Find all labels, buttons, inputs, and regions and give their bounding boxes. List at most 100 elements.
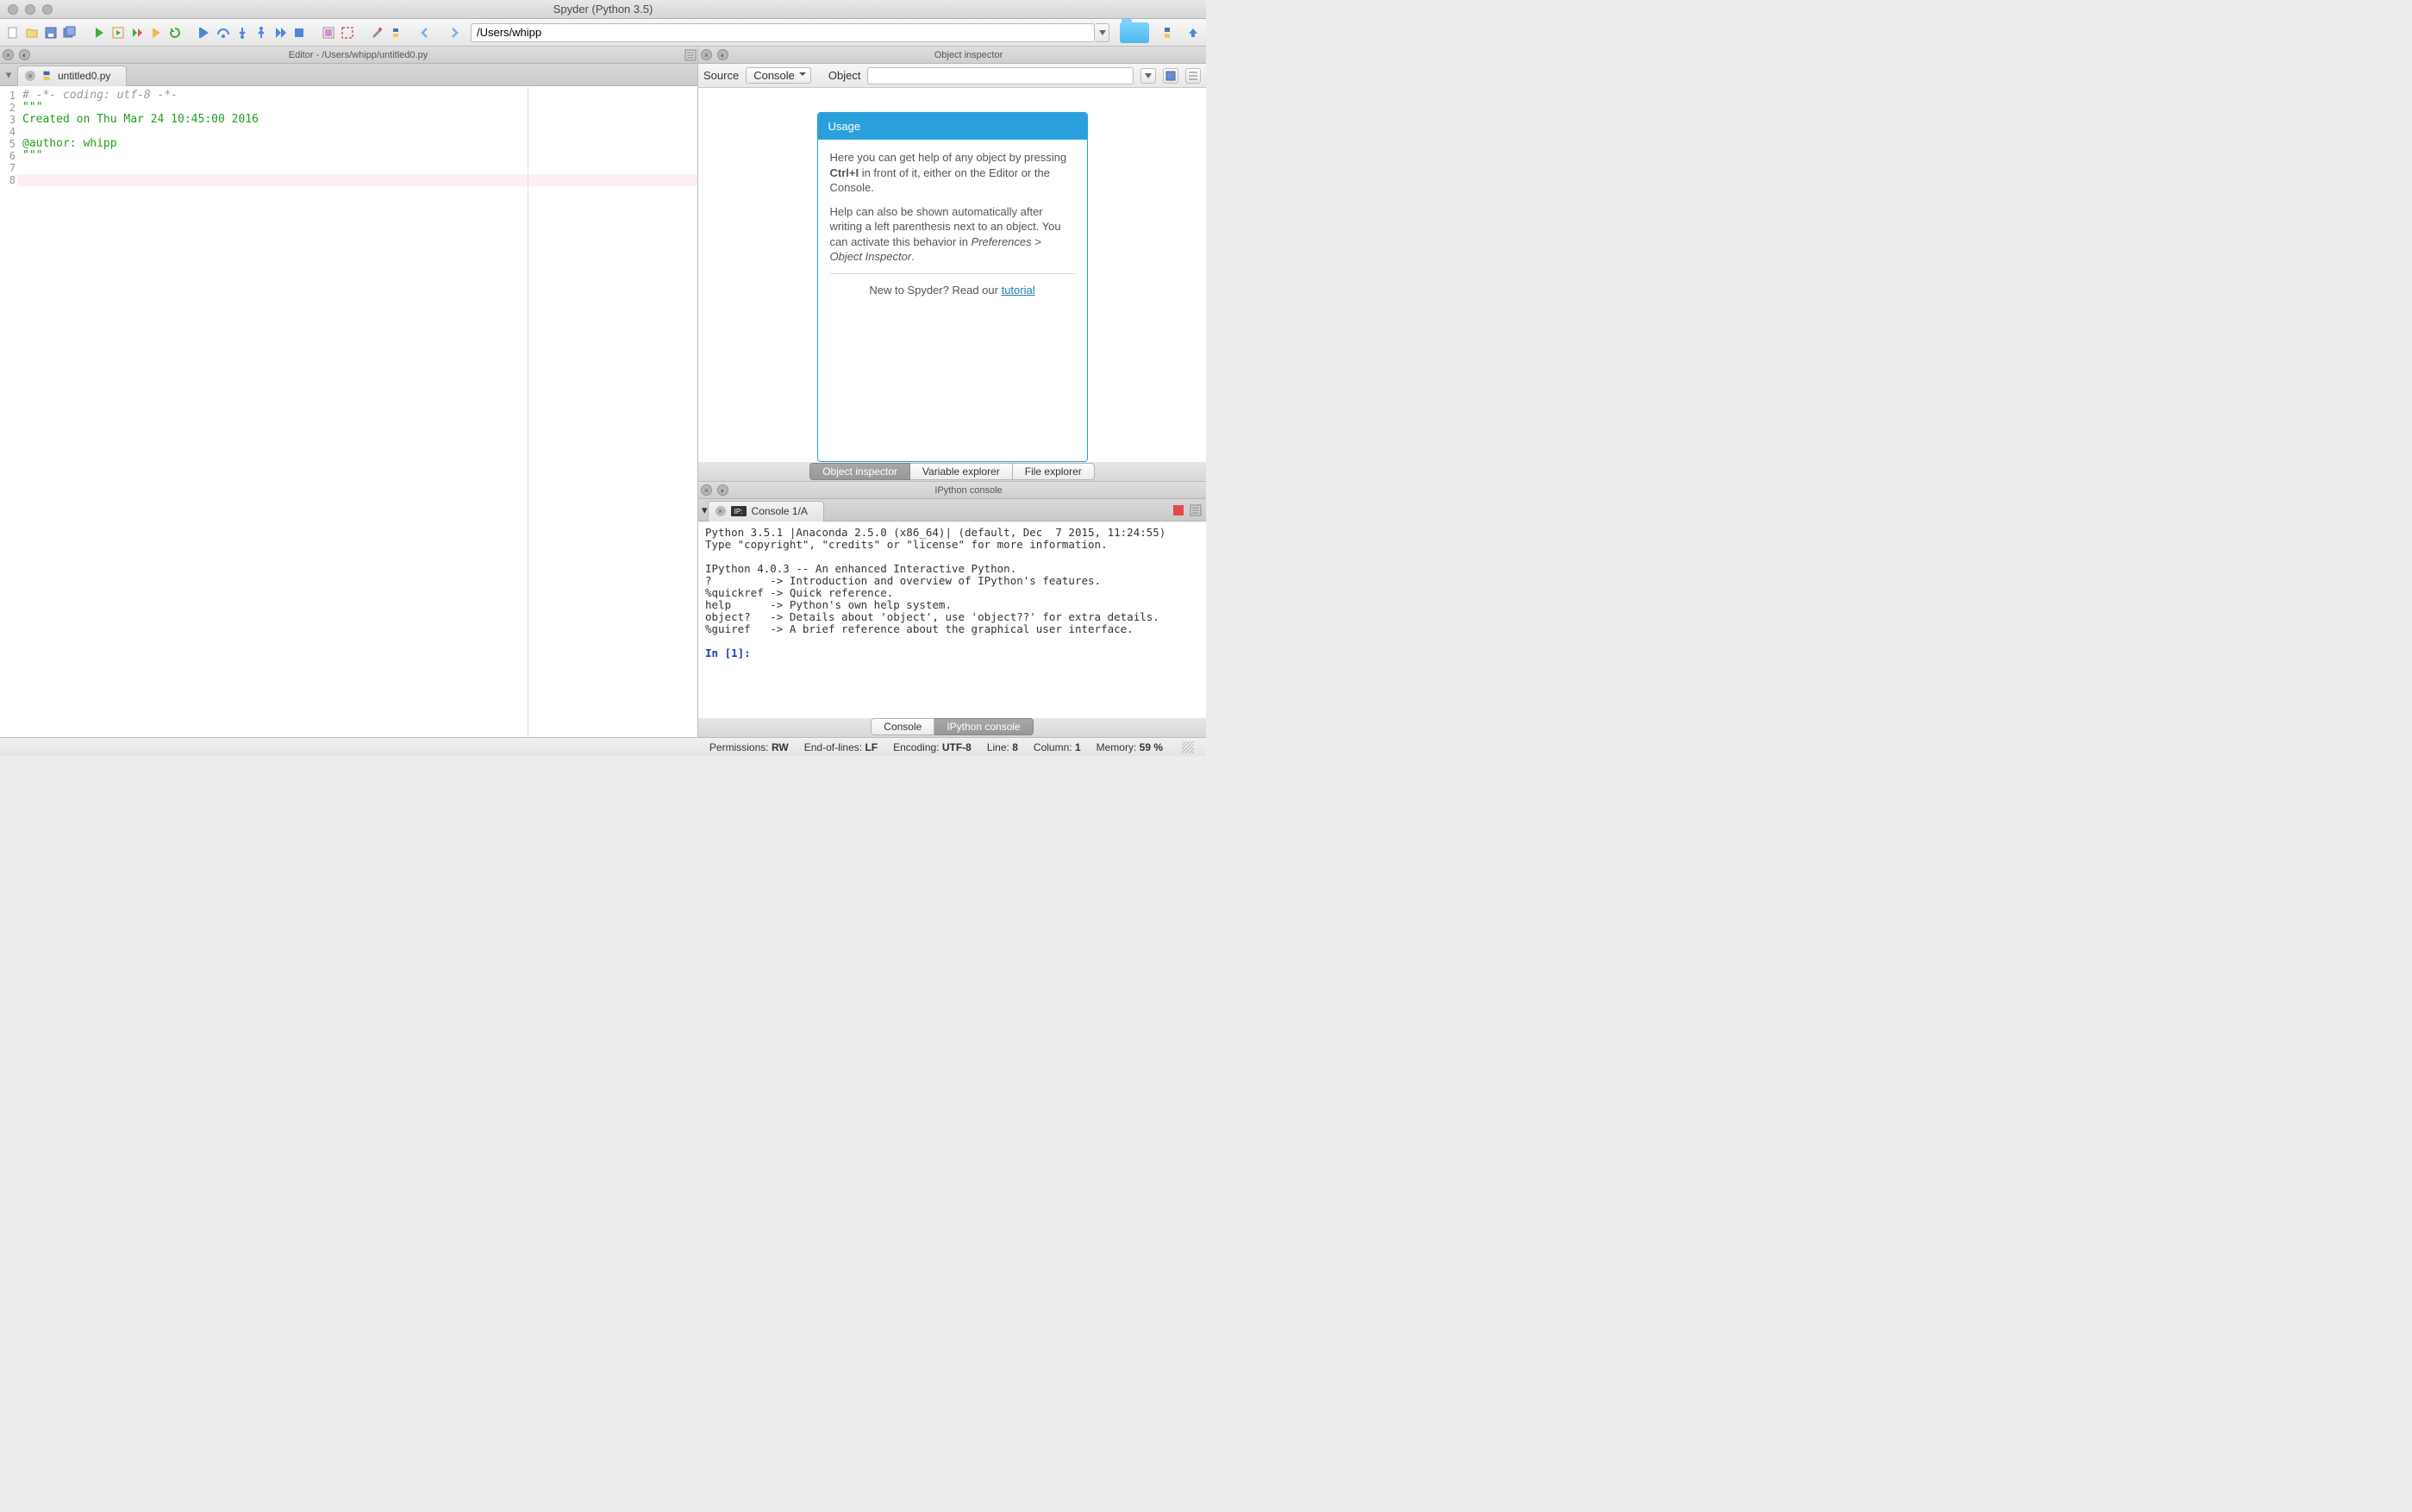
object-dropdown-icon[interactable] — [1140, 68, 1156, 84]
console-options-icon[interactable] — [1189, 503, 1203, 517]
object-input[interactable] — [867, 67, 1134, 84]
usage-footer: New to Spyder? Read our tutorial — [830, 283, 1075, 307]
pane-options-icon[interactable]: ◐ — [717, 49, 728, 60]
status-line-label: Line: — [987, 741, 1009, 753]
tab-console[interactable]: Console — [871, 718, 934, 735]
back-icon[interactable] — [417, 25, 433, 41]
forward-icon[interactable] — [447, 25, 462, 41]
usage-paragraph-2: Help can also be shown automatically aft… — [830, 204, 1075, 265]
source-select[interactable]: Console — [746, 67, 811, 84]
open-file-icon[interactable] — [24, 25, 40, 41]
status-bar: Permissions: RW End-of-lines: LF Encodin… — [0, 737, 1206, 756]
status-memory-value: 59 % — [1140, 741, 1163, 753]
editor-tabstrip: ▾ × untitled0.py — [0, 64, 697, 86]
step-out-icon[interactable] — [253, 25, 269, 41]
step-over-icon[interactable] — [216, 25, 231, 41]
status-permissions-value: RW — [772, 741, 789, 753]
inspector-pane-title: Object inspector — [731, 50, 1206, 60]
usage-title: Usage — [818, 113, 1087, 140]
titlebar: Spyder (Python 3.5) — [0, 0, 1206, 19]
status-column-value: 1 — [1075, 741, 1081, 753]
resize-grip-icon[interactable] — [1182, 741, 1194, 753]
pane-close-icon[interactable]: × — [701, 49, 712, 60]
status-permissions-label: Permissions: — [709, 741, 769, 753]
usage-card: Usage Here you can get help of any objec… — [817, 112, 1088, 462]
step-into-icon[interactable] — [234, 25, 250, 41]
editor-tab-label: untitled0.py — [58, 70, 110, 82]
save-all-icon[interactable] — [62, 25, 78, 41]
tab-variable-explorer[interactable]: Variable explorer — [910, 463, 1013, 480]
status-eol-label: End-of-lines: — [804, 741, 862, 753]
code-area[interactable]: # -*- coding: utf-8 -*- """ Created on T… — [17, 86, 697, 737]
line-gutter: 1 2 3 4 5 6 7 8 — [0, 86, 17, 737]
python-icon[interactable] — [1159, 25, 1175, 41]
python-file-icon — [41, 70, 53, 82]
working-directory-input[interactable] — [471, 23, 1095, 42]
pane-options-icon[interactable]: ◐ — [717, 484, 728, 496]
close-tab-icon[interactable]: × — [715, 506, 726, 516]
preferences-icon[interactable] — [369, 25, 384, 41]
parent-dir-icon[interactable] — [1185, 25, 1201, 41]
inspector-pane-header: × ◐ Object inspector — [698, 47, 1206, 64]
console-pane-header: × ◐ IPython console — [698, 482, 1206, 499]
window-minimize-button[interactable] — [25, 4, 35, 15]
run-cell-icon[interactable] — [110, 25, 126, 41]
pane-options-icon[interactable]: ◐ — [19, 49, 30, 60]
maximize-pane-icon[interactable] — [321, 25, 336, 41]
status-encoding-value: UTF-8 — [942, 741, 972, 753]
tab-ipython-console[interactable]: IPython console — [934, 718, 1033, 735]
tab-list-icon[interactable]: ▾ — [702, 503, 708, 517]
fullscreen-icon[interactable] — [340, 25, 355, 41]
new-file-icon[interactable] — [5, 25, 21, 41]
editor-pane-title: Editor - /Users/whipp/untitled0.py — [33, 50, 684, 60]
continue-icon[interactable] — [272, 25, 288, 41]
save-help-icon[interactable] — [1163, 68, 1178, 84]
inspector-body: Usage Here you can get help of any objec… — [698, 88, 1206, 462]
close-tab-icon[interactable]: × — [25, 71, 35, 81]
code-editor[interactable]: 1 2 3 4 5 6 7 8 # -*- coding: utf-8 -*- … — [0, 86, 697, 737]
window-title: Spyder (Python 3.5) — [0, 3, 1206, 16]
save-icon[interactable] — [43, 25, 59, 41]
run-selection-icon[interactable] — [148, 25, 164, 41]
console-pane-title: IPython console — [731, 485, 1206, 496]
main-toolbar — [0, 19, 1206, 47]
stop-debug-icon[interactable] — [291, 25, 307, 41]
editor-tab[interactable]: × untitled0.py — [17, 66, 127, 86]
tutorial-link[interactable]: tutorial — [1002, 284, 1035, 297]
python-path-icon[interactable] — [388, 25, 403, 41]
pane-menu-icon[interactable] — [684, 48, 697, 62]
working-directory-dropdown[interactable] — [1096, 23, 1109, 42]
console-tab-switcher: Console IPython console — [698, 718, 1206, 737]
rerun-icon[interactable] — [167, 25, 183, 41]
tab-file-explorer[interactable]: File explorer — [1013, 463, 1095, 480]
status-column-label: Column: — [1034, 741, 1072, 753]
inspector-options-icon[interactable] — [1185, 68, 1201, 84]
browse-folder-icon[interactable] — [1120, 22, 1149, 43]
usage-paragraph-1: Here you can get help of any object by p… — [830, 150, 1075, 196]
console-prompt: In [1]: — [705, 647, 757, 659]
object-label: Object — [828, 69, 861, 82]
status-encoding-label: Encoding: — [893, 741, 939, 753]
kernel-status-icon — [1173, 505, 1184, 515]
status-eol-value: LF — [865, 741, 878, 753]
run-icon[interactable] — [91, 25, 107, 41]
tab-object-inspector[interactable]: Object inspector — [809, 463, 910, 480]
inspector-source-bar: Source Console Object — [698, 64, 1206, 88]
status-memory-label: Memory: — [1097, 741, 1137, 753]
debug-icon[interactable] — [197, 25, 212, 41]
window-zoom-button[interactable] — [42, 4, 53, 15]
inspector-tab-switcher: Object inspector Variable explorer File … — [698, 462, 1206, 481]
tab-list-icon[interactable]: ▾ — [3, 66, 14, 84]
editor-pane-header: × ◐ Editor - /Users/whipp/untitled0.py — [0, 47, 697, 64]
window-close-button[interactable] — [8, 4, 18, 15]
console-tab-label: Console 1/A — [752, 505, 808, 517]
source-label: Source — [703, 69, 739, 82]
pane-close-icon[interactable]: × — [3, 49, 14, 60]
pane-close-icon[interactable]: × — [701, 484, 712, 496]
ipython-icon: IP: — [731, 506, 747, 516]
status-line-value: 8 — [1012, 741, 1018, 753]
run-cell-advance-icon[interactable] — [129, 25, 145, 41]
console-tabstrip: ▾ × IP: Console 1/A — [698, 499, 1206, 522]
console-tab[interactable]: × IP: Console 1/A — [708, 501, 824, 522]
console-output[interactable]: Python 3.5.1 |Anaconda 2.5.0 (x86_64)| (… — [698, 522, 1206, 718]
